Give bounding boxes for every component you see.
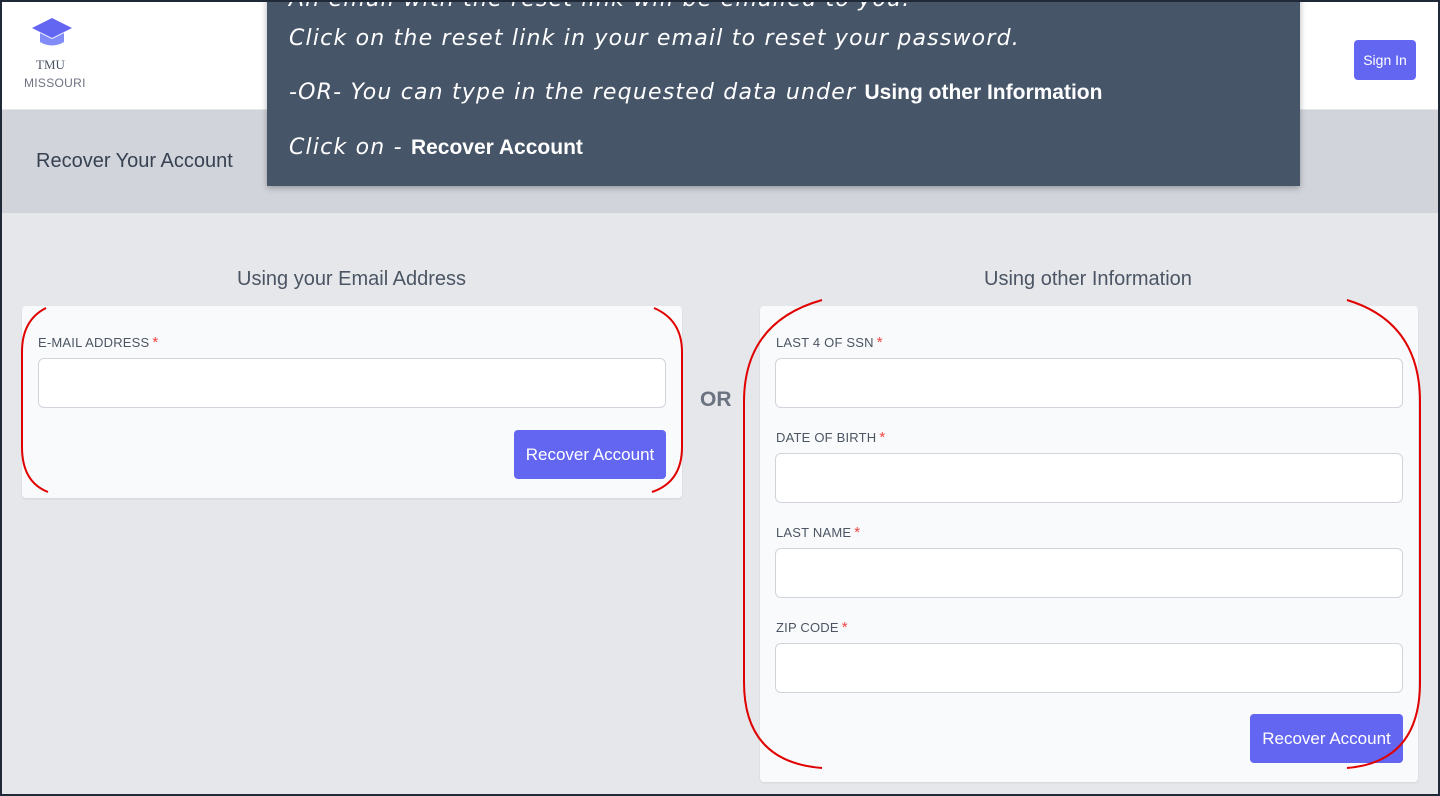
zip-code-input[interactable] [775, 643, 1403, 693]
required-mark: * [152, 334, 159, 351]
date-of-birth-input[interactable] [775, 453, 1403, 503]
dob-label-text: DATE OF BIRTH [776, 430, 877, 445]
email-field-label: E-MAIL ADDRESS * [38, 334, 158, 351]
tooltip-line-4: Click on - Recover Account [289, 133, 583, 163]
last-name-field-label: LAST NAME * [776, 524, 860, 541]
help-tooltip: An email with the reset link will be ema… [267, 2, 1300, 186]
other-info-section-title: Using other Information [984, 268, 1192, 290]
recover-account-other-button[interactable]: Recover Account [1250, 714, 1403, 763]
email-label-text: E-MAIL ADDRESS [38, 335, 150, 350]
tooltip-line-4-bold: Recover Account [410, 136, 583, 159]
tooltip-line-2: Click on the reset link in your email to… [289, 26, 1020, 51]
dob-field-label: DATE OF BIRTH * [776, 429, 885, 446]
ssn-label-text: LAST 4 OF SSN [776, 335, 874, 350]
page-title: Recover Your Account [36, 150, 233, 172]
tooltip-line-4-text: Click on - [289, 135, 411, 160]
logo[interactable]: TMU MISSOURI [24, 16, 94, 90]
or-divider-label: OR [700, 388, 732, 411]
required-mark: * [854, 524, 861, 541]
last-name-input[interactable] [775, 548, 1403, 598]
other-info-recovery-card: LAST 4 OF SSN * DATE OF BIRTH * LAST NAME *… [760, 306, 1418, 782]
tooltip-line-1: An email with the reset link will be ema… [289, 2, 910, 15]
email-section-title: Using your Email Address [237, 268, 466, 290]
zip-label-text: ZIP CODE [776, 620, 839, 635]
logo-state-text: MISSOURI [24, 76, 86, 90]
recover-account-email-button[interactable]: Recover Account [514, 430, 666, 479]
graduation-cap-icon [32, 18, 72, 46]
required-mark: * [879, 429, 886, 446]
ssn-field-label: LAST 4 OF SSN * [776, 334, 883, 351]
last-name-label-text: LAST NAME [776, 525, 852, 540]
required-mark: * [876, 334, 883, 351]
email-input[interactable] [38, 358, 666, 408]
app-frame: TMU MISSOURI Sign In Recover Your Accoun… [0, 0, 1440, 796]
tooltip-line-3-bold: Using other Information [864, 81, 1103, 104]
required-mark: * [841, 619, 848, 636]
zip-code-field-label: ZIP CODE * [776, 619, 848, 636]
ssn-input[interactable] [775, 358, 1403, 408]
tooltip-line-3-text: -OR- You can type in the requested data … [289, 80, 865, 105]
sign-in-button[interactable]: Sign In [1354, 40, 1416, 80]
logo-tmu-text: TMU [36, 57, 65, 72]
tooltip-line-3: -OR- You can type in the requested data … [289, 78, 1102, 108]
email-recovery-card: E-MAIL ADDRESS * Recover Account [22, 306, 682, 498]
